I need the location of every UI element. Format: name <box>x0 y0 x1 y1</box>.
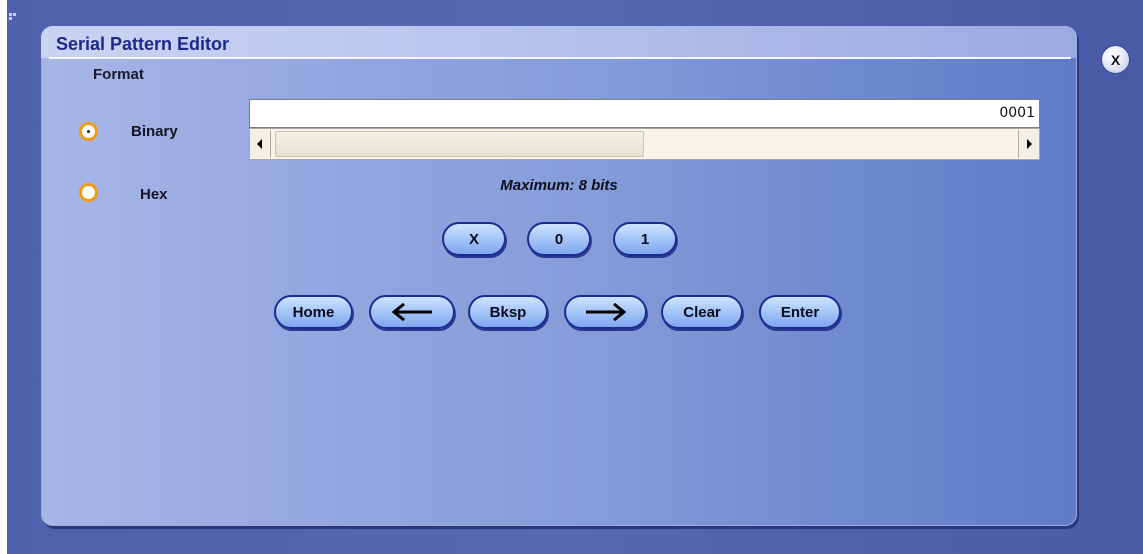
backspace-button[interactable]: Bksp <box>468 295 548 329</box>
home-button[interactable]: Home <box>274 295 353 329</box>
horizontal-scrollbar[interactable] <box>249 128 1040 160</box>
screen-edge <box>0 0 7 554</box>
one-button[interactable]: 1 <box>613 222 677 256</box>
left-arrow-button[interactable] <box>369 295 455 329</box>
resize-grip-icon <box>9 13 19 23</box>
scroll-left-arrow-icon <box>257 139 262 149</box>
serial-pattern-editor-panel: Serial Pattern Editor Format Binary Hex … <box>41 26 1077 526</box>
binary-radio[interactable] <box>79 122 98 141</box>
zero-button[interactable]: 0 <box>527 222 591 256</box>
maximum-bits-label: Maximum: 8 bits <box>500 177 618 194</box>
close-button[interactable]: X <box>1101 45 1130 74</box>
clear-button[interactable]: Clear <box>661 295 743 329</box>
right-arrow-button[interactable] <box>564 295 647 329</box>
right-arrow-icon <box>585 303 626 321</box>
scroll-thumb[interactable] <box>275 131 644 157</box>
binary-label[interactable]: Binary <box>131 123 178 140</box>
pattern-value: 0001 <box>999 105 1035 121</box>
enter-button[interactable]: Enter <box>759 295 841 329</box>
left-arrow-icon <box>391 303 432 321</box>
radio-selected-dot <box>87 130 90 133</box>
close-icon: X <box>1110 51 1121 68</box>
format-label: Format <box>93 66 144 83</box>
x-button[interactable]: X <box>442 222 506 256</box>
scroll-right-button[interactable] <box>1018 130 1039 158</box>
title-divider <box>49 57 1071 59</box>
pattern-value-field[interactable]: 0001 <box>249 99 1040 128</box>
scroll-left-button[interactable] <box>250 130 271 158</box>
scroll-right-arrow-icon <box>1027 139 1032 149</box>
window-title: Serial Pattern Editor <box>56 34 230 54</box>
